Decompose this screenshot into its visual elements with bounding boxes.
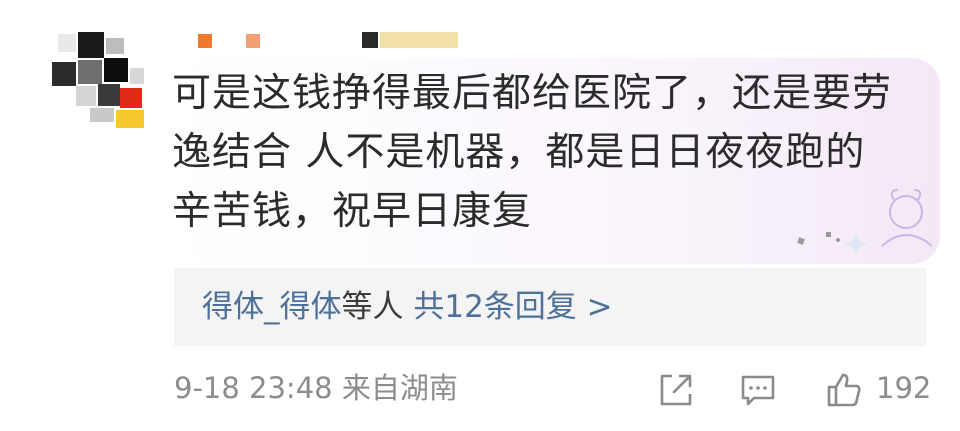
user-avatar[interactable]	[48, 28, 152, 132]
reply-user-names[interactable]: 得体_得体	[202, 289, 342, 325]
reply-count-link[interactable]: 共12条回复 >	[413, 289, 612, 325]
reply-suffix: 等人	[341, 289, 404, 325]
like-icon[interactable]	[826, 372, 862, 408]
username-blurred[interactable]	[196, 30, 458, 50]
comment-time-location: 9-18 23:48 来自湖南	[174, 371, 458, 405]
replies-summary[interactable]: 得体_得体等人 共12条回复 >	[174, 268, 926, 346]
sticker	[797, 189, 933, 254]
share-icon[interactable]	[658, 372, 694, 408]
like-count: 192	[876, 371, 932, 405]
comment-icon[interactable]	[740, 372, 776, 408]
